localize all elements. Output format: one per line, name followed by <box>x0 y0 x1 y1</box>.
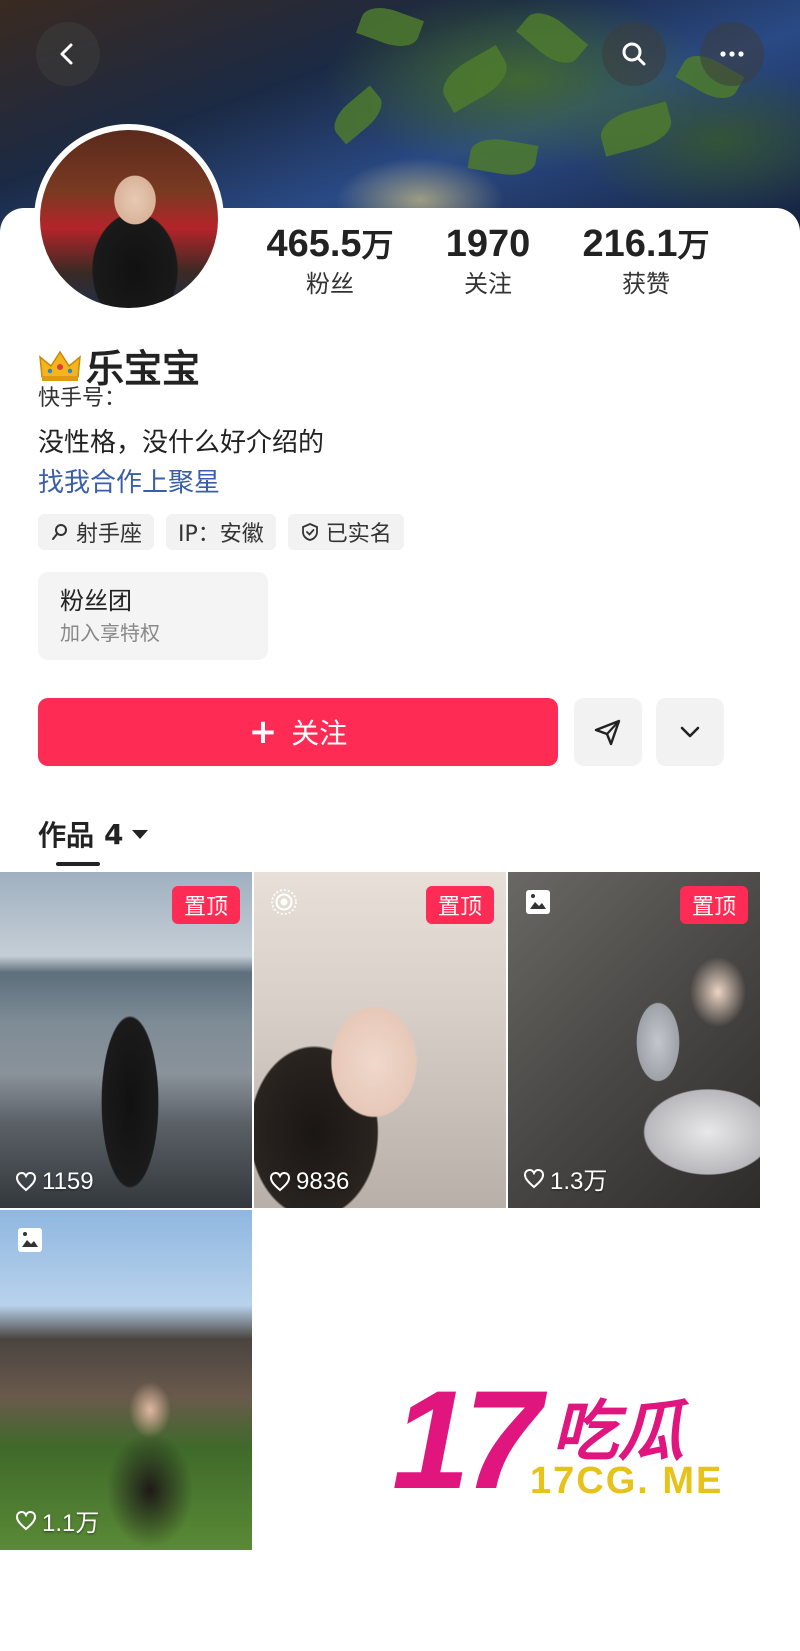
watermark-logo: 17 吃瓜 17CG. ME <box>392 1370 752 1510</box>
tab-works[interactable]: 作品 4 <box>38 814 148 854</box>
stat-label: 关注 <box>464 270 512 298</box>
plus-icon: + <box>248 712 278 752</box>
chevron-left-icon <box>60 43 73 65</box>
search-icon <box>52 524 67 540</box>
tag-label: 已实名 <box>325 522 392 547</box>
stat-value: 216.1 <box>582 223 678 265</box>
watermark-domain: 17CG. ME <box>530 1460 724 1502</box>
back-button[interactable] <box>36 22 100 86</box>
heart-icon <box>15 1510 37 1530</box>
image-icon <box>526 890 550 914</box>
cooperation-link[interactable]: 找我合作上聚星 <box>38 462 220 499</box>
image-icon <box>18 1228 42 1252</box>
stat-likes[interactable]: 216.1万 获赞 <box>566 222 726 301</box>
send-message-button[interactable] <box>574 698 642 766</box>
follow-button[interactable]: + 关注 <box>38 698 558 766</box>
work-item[interactable]: 置顶 9836 <box>254 872 506 1208</box>
paper-plane-icon <box>594 719 621 746</box>
fan-club-card[interactable]: 粉丝团 加入享特权 <box>38 572 268 660</box>
live-photo-icon <box>271 889 297 915</box>
tag-label: IP：安徽 <box>178 522 264 547</box>
more-options-button[interactable] <box>700 22 764 86</box>
tab-label: 作品 <box>38 819 95 852</box>
tag-verified[interactable]: 已实名 <box>287 514 404 550</box>
work-item[interactable]: 1.1万 <box>0 1210 252 1550</box>
search-icon <box>622 42 646 66</box>
stat-followers[interactable]: 465.5万 粉丝 <box>250 222 410 301</box>
stat-value: 1970 <box>445 223 531 265</box>
profile-stats: 465.5万 粉丝 1970 关注 216.1万 获赞 <box>250 222 770 302</box>
pinned-badge: 置顶 <box>171 886 240 924</box>
profile-bio: 没性格，没什么好介绍的 <box>38 428 325 458</box>
stat-unit: 万 <box>361 227 394 263</box>
work-item[interactable]: 置顶 1159 <box>0 872 252 1208</box>
watermark-number: 17 <box>392 1361 542 1518</box>
like-count: 9836 <box>268 1168 349 1196</box>
avatar[interactable] <box>34 124 224 314</box>
like-count: 1159 <box>14 1168 94 1196</box>
stat-value: 465.5 <box>266 223 362 265</box>
like-count-text: 1159 <box>42 1168 94 1195</box>
fan-club-title: 粉丝团 <box>60 587 132 615</box>
like-count: 1.1万 <box>14 1503 99 1538</box>
caret-down-icon <box>131 829 148 839</box>
tag-label: 射手座 <box>76 522 143 547</box>
heart-icon <box>269 1171 291 1192</box>
stat-following[interactable]: 1970 关注 <box>408 222 568 301</box>
profile-tags: 射手座 IP：安徽 已实名 <box>38 514 404 550</box>
stat-unit: 万 <box>677 227 710 263</box>
work-item[interactable]: 置顶 1.3万 <box>508 872 760 1208</box>
tag-zodiac[interactable]: 射手座 <box>38 514 155 550</box>
search-button[interactable] <box>602 22 666 86</box>
tag-ip-location: IP：安徽 <box>166 514 276 550</box>
expand-button[interactable] <box>656 698 724 766</box>
tab-indicator <box>56 862 100 866</box>
pinned-badge: 置顶 <box>679 886 748 924</box>
heart-icon <box>523 1168 545 1188</box>
stat-label: 粉丝 <box>306 270 354 298</box>
like-count: 1.3万 <box>522 1161 607 1196</box>
like-count-text: 1.3万 <box>550 1168 608 1195</box>
stat-label: 获赞 <box>622 270 670 298</box>
follow-label: 关注 <box>291 717 348 750</box>
like-count-text: 1.1万 <box>42 1510 100 1537</box>
shield-check-icon <box>301 523 318 541</box>
ellipsis-icon <box>720 51 744 57</box>
kuaishou-id[interactable]: 快手号： <box>38 380 126 412</box>
crown-icon <box>39 350 81 381</box>
tab-count: 4 <box>104 817 124 851</box>
like-count-text: 9836 <box>296 1168 350 1195</box>
chevron-down-icon <box>680 726 700 738</box>
heart-icon <box>15 1171 37 1192</box>
pinned-badge: 置顶 <box>425 886 494 924</box>
fan-club-subtitle: 加入享特权 <box>60 621 160 645</box>
